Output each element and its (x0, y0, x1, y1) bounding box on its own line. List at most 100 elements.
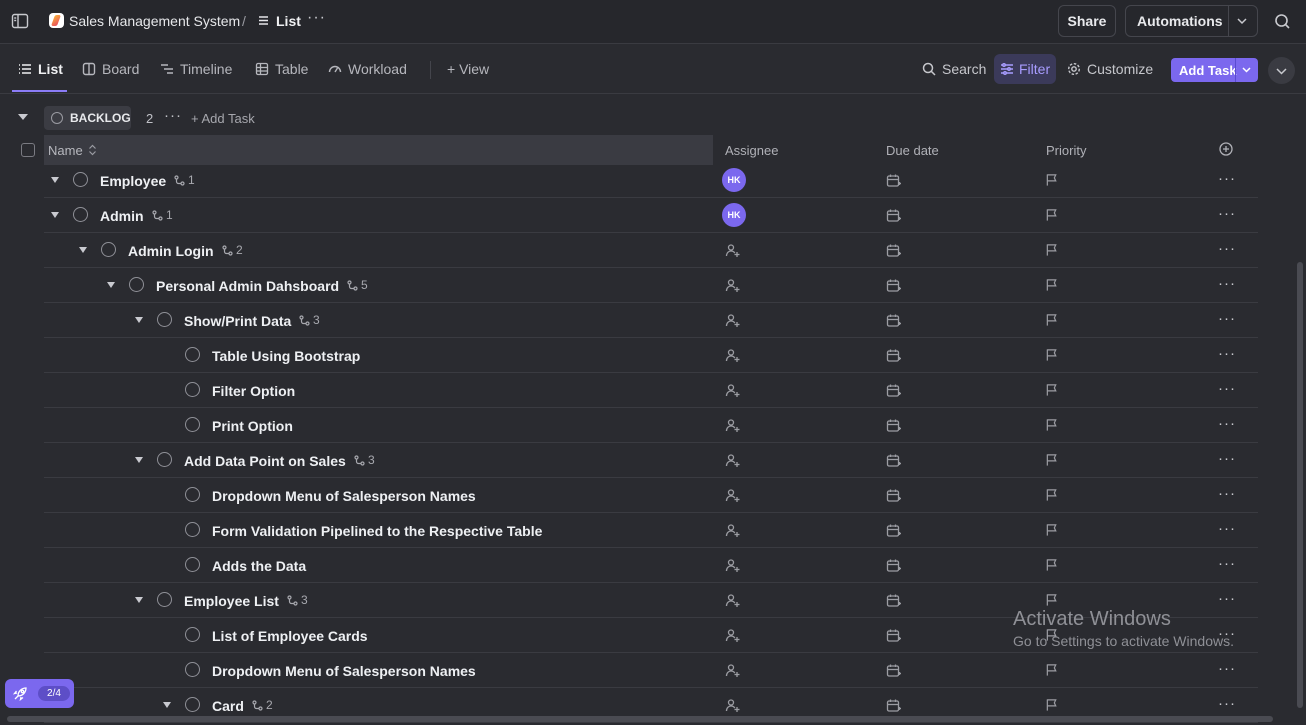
horizontal-scrollbar[interactable] (7, 716, 1273, 722)
group-collapse-caret-icon[interactable] (18, 114, 28, 120)
tab-timeline[interactable]: Timeline (160, 61, 232, 77)
task-name[interactable]: Form Validation Pipelined to the Respect… (212, 523, 542, 539)
row-more-button[interactable]: ··· (1218, 240, 1236, 257)
expand-caret-icon[interactable] (135, 597, 143, 603)
share-button[interactable]: Share (1058, 5, 1116, 37)
search-button[interactable]: Search (922, 61, 986, 77)
customize-button[interactable]: Customize (1067, 61, 1153, 77)
avatar[interactable]: HK (722, 203, 746, 227)
breadcrumb-more-button[interactable]: ··· (307, 9, 326, 27)
expand-caret-icon[interactable] (135, 457, 143, 463)
calendar-icon[interactable] (886, 523, 901, 538)
table-row[interactable]: Table Using Bootstrap ··· (44, 338, 1258, 373)
subtask-count[interactable]: 5 (347, 278, 368, 292)
search-icon[interactable] (1274, 13, 1291, 30)
calendar-icon[interactable] (886, 348, 901, 363)
table-row[interactable]: Add Data Point on Sales 3 ··· (44, 443, 1258, 478)
subtask-count[interactable]: 3 (354, 453, 375, 467)
subtask-count[interactable]: 3 (287, 593, 308, 607)
expand-caret-icon[interactable] (135, 317, 143, 323)
flag-icon[interactable] (1045, 593, 1059, 607)
calendar-icon[interactable] (886, 208, 901, 223)
table-row[interactable]: Form Validation Pipelined to the Respect… (44, 513, 1258, 548)
add-column-icon[interactable] (1219, 142, 1233, 156)
task-status-icon[interactable] (101, 242, 116, 257)
tab-list[interactable]: List (18, 61, 63, 77)
flag-icon[interactable] (1045, 278, 1059, 292)
add-task-button[interactable]: Add Task (1171, 58, 1258, 82)
row-more-button[interactable]: ··· (1218, 590, 1236, 607)
task-status-icon[interactable] (185, 522, 200, 537)
add-assignee-icon[interactable] (725, 453, 740, 468)
flag-icon[interactable] (1045, 488, 1059, 502)
subtask-count[interactable]: 2 (222, 243, 243, 257)
calendar-icon[interactable] (886, 593, 901, 608)
subtask-count[interactable]: 3 (299, 313, 320, 327)
task-name[interactable]: Print Option (212, 418, 293, 434)
task-name[interactable]: Add Data Point on Sales (184, 453, 346, 469)
task-name[interactable]: Filter Option (212, 383, 295, 399)
calendar-icon[interactable] (886, 418, 901, 433)
chevron-down-icon[interactable] (1236, 15, 1248, 27)
column-assignee[interactable]: Assignee (725, 143, 778, 158)
tab-workload[interactable]: Workload (328, 61, 407, 77)
table-row[interactable]: Show/Print Data 3 ··· (44, 303, 1258, 338)
task-status-icon[interactable] (185, 347, 200, 362)
table-row[interactable]: Employee 1 HK ··· (44, 163, 1258, 198)
add-assignee-icon[interactable] (725, 278, 740, 293)
task-name[interactable]: Personal Admin Dahsboard (156, 278, 339, 294)
add-assignee-icon[interactable] (725, 488, 740, 503)
flag-icon[interactable] (1045, 313, 1059, 327)
breadcrumb-list[interactable]: List (276, 13, 301, 29)
flag-icon[interactable] (1045, 663, 1059, 677)
row-more-button[interactable]: ··· (1218, 485, 1236, 502)
sidebar-toggle-icon[interactable] (10, 11, 30, 31)
task-status-icon[interactable] (157, 592, 172, 607)
table-row[interactable]: Filter Option ··· (44, 373, 1258, 408)
calendar-icon[interactable] (886, 488, 901, 503)
expand-caret-icon[interactable] (51, 212, 59, 218)
add-assignee-icon[interactable] (725, 698, 740, 713)
calendar-icon[interactable] (886, 278, 901, 293)
calendar-icon[interactable] (886, 628, 901, 643)
row-more-button[interactable]: ··· (1218, 310, 1236, 327)
task-name[interactable]: Employee (100, 173, 166, 189)
flag-icon[interactable] (1045, 453, 1059, 467)
task-status-icon[interactable] (129, 277, 144, 292)
add-assignee-icon[interactable] (725, 663, 740, 678)
flag-icon[interactable] (1045, 383, 1059, 397)
select-all-checkbox[interactable] (21, 143, 35, 157)
task-status-icon[interactable] (73, 172, 88, 187)
flag-icon[interactable] (1045, 243, 1059, 257)
add-assignee-icon[interactable] (725, 593, 740, 608)
calendar-icon[interactable] (886, 173, 901, 188)
chevron-down-icon[interactable] (1241, 64, 1252, 75)
add-assignee-icon[interactable] (725, 558, 740, 573)
group-add-task-button[interactable]: + Add Task (191, 111, 255, 126)
task-name[interactable]: Dropdown Menu of Salesperson Names (212, 663, 476, 679)
subtask-count[interactable]: 2 (252, 698, 273, 712)
flag-icon[interactable] (1045, 418, 1059, 432)
task-status-icon[interactable] (157, 312, 172, 327)
flag-icon[interactable] (1045, 348, 1059, 362)
calendar-icon[interactable] (886, 698, 901, 713)
task-name[interactable]: Admin Login (128, 243, 214, 259)
table-row[interactable]: Admin 1 HK ··· (44, 198, 1258, 233)
task-status-icon[interactable] (185, 662, 200, 677)
subtask-count[interactable]: 1 (152, 208, 173, 222)
table-row[interactable]: Dropdown Menu of Salesperson Names ··· (44, 653, 1258, 688)
row-more-button[interactable]: ··· (1218, 205, 1236, 222)
expand-caret-icon[interactable] (107, 282, 115, 288)
status-badge[interactable]: BACKLOG (44, 106, 131, 130)
add-assignee-icon[interactable] (725, 628, 740, 643)
row-more-button[interactable]: ··· (1218, 520, 1236, 537)
column-priority[interactable]: Priority (1046, 143, 1086, 158)
task-status-icon[interactable] (73, 207, 88, 222)
onboarding-progress-button[interactable]: 2/4 (5, 679, 74, 708)
add-view-button[interactable]: + View (447, 61, 489, 77)
avatar[interactable]: HK (722, 168, 746, 192)
task-status-icon[interactable] (185, 697, 200, 712)
row-more-button[interactable]: ··· (1218, 345, 1236, 362)
vertical-scrollbar[interactable] (1297, 262, 1303, 708)
tab-table[interactable]: Table (255, 61, 308, 77)
